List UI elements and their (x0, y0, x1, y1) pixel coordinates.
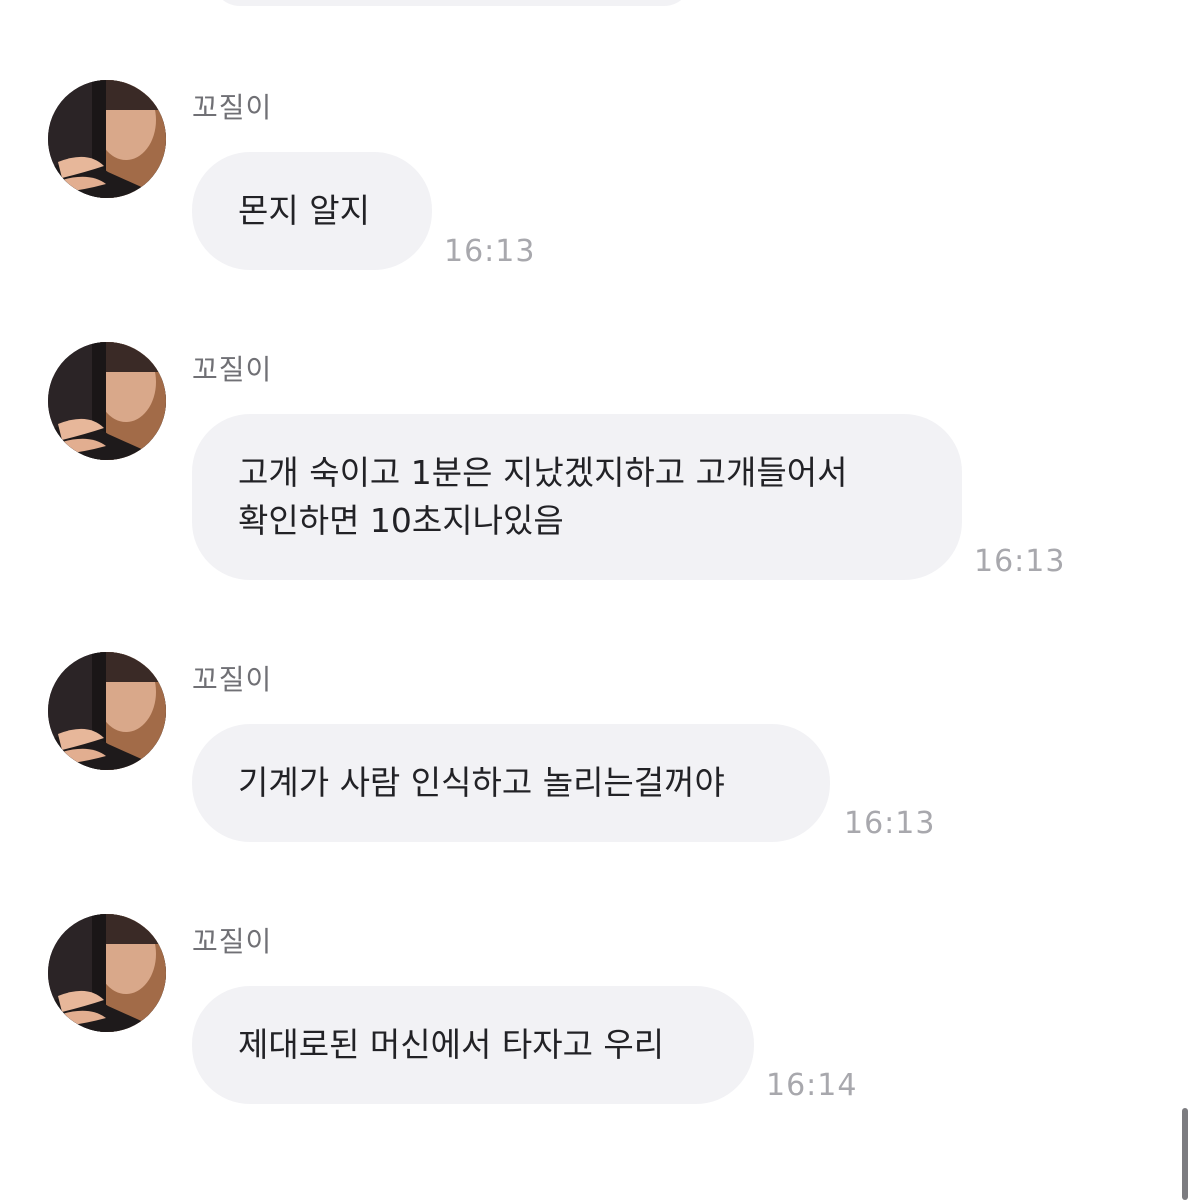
message-text: 제대로된 머신에서 타자고 우리 (238, 1025, 665, 1064)
sender-name: 꼬질이 (192, 353, 273, 386)
avatar-photo-icon (48, 914, 166, 1032)
chat-message-list: 꼬질이 몬지 알지 16:13 꼬질이 고개 숙이고 1분은 지났겠지하고 고개… (0, 0, 1200, 1200)
avatar[interactable] (48, 652, 166, 770)
avatar-photo-icon (48, 652, 166, 770)
avatar[interactable] (48, 80, 166, 198)
message-bubble[interactable]: 기계가 사람 인식하고 놀리는걸꺼야 (192, 724, 830, 842)
message-text: 고개 숙이고 1분은 지났겠지하고 고개들어서 확인하면 10초지나있음 (238, 453, 848, 540)
message-bubble[interactable]: 고개 숙이고 1분은 지났겠지하고 고개들어서 확인하면 10초지나있음 (192, 414, 962, 580)
message-bubble[interactable]: 제대로된 머신에서 타자고 우리 (192, 986, 754, 1104)
message-timestamp: 16:13 (974, 544, 1066, 579)
avatar-photo-icon (48, 342, 166, 460)
sender-name: 꼬질이 (192, 91, 273, 124)
avatar[interactable] (48, 914, 166, 1032)
scrollbar[interactable] (1182, 1108, 1188, 1200)
avatar-photo-icon (48, 80, 166, 198)
message-text: 기계가 사람 인식하고 놀리는걸꺼야 (238, 763, 725, 802)
message-timestamp: 16:14 (766, 1068, 858, 1103)
sender-name: 꼬질이 (192, 663, 273, 696)
previous-message-timestamp-partial (738, 0, 798, 6)
message-text: 몬지 알지 (238, 191, 370, 230)
sender-name: 꼬질이 (192, 925, 273, 958)
message-timestamp: 16:13 (844, 806, 936, 841)
previous-message-bubble-partial (212, 0, 692, 6)
message-bubble[interactable]: 몬지 알지 (192, 152, 432, 270)
message-timestamp: 16:13 (444, 234, 536, 269)
avatar[interactable] (48, 342, 166, 460)
